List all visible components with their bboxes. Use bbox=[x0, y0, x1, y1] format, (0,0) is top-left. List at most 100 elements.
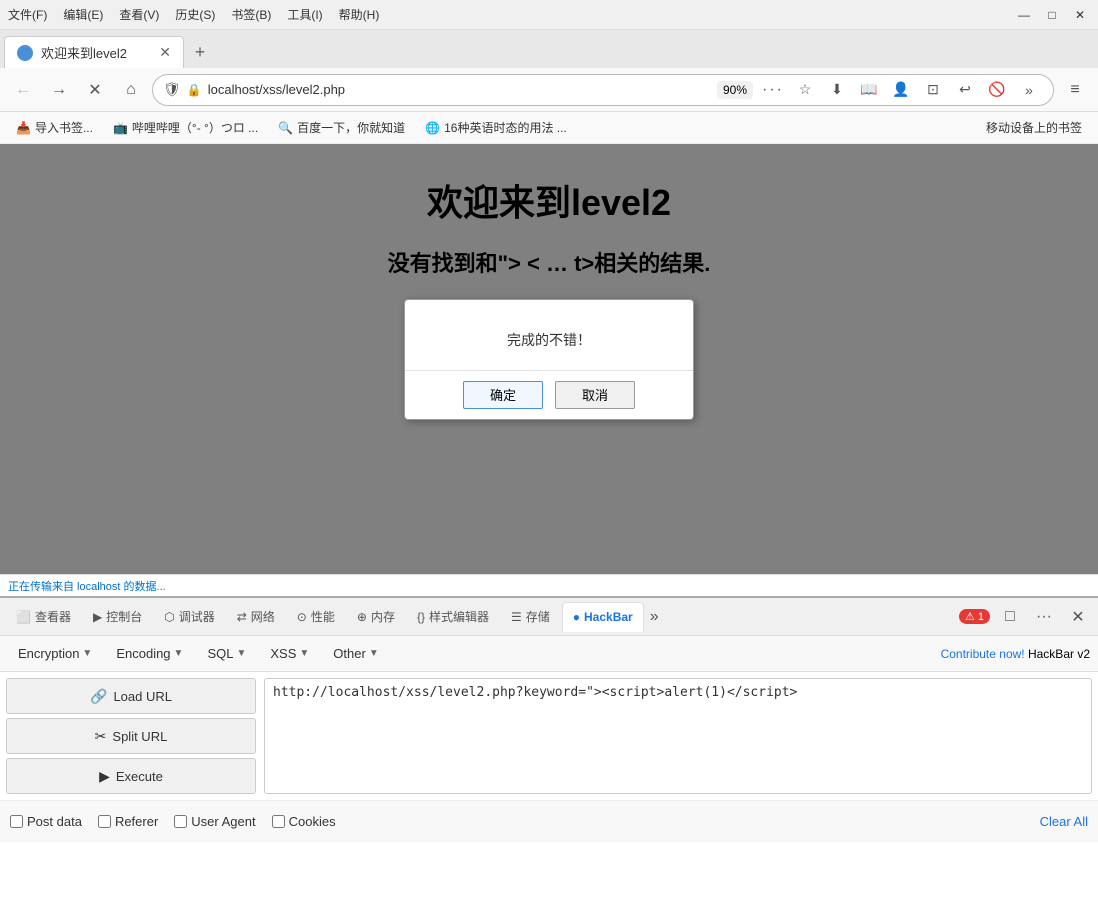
devtools-tab-performance[interactable]: ⊙ 性能 bbox=[287, 602, 345, 632]
titlebar-controls: — □ ✕ bbox=[1014, 5, 1090, 25]
bookmark-star-icon[interactable]: ☆ bbox=[791, 76, 819, 104]
useragent-label: User Agent bbox=[191, 814, 255, 829]
cookies-checkbox[interactable] bbox=[272, 815, 285, 828]
reader-icon[interactable]: 📖 bbox=[855, 76, 883, 104]
execute-button[interactable]: ▶ Execute bbox=[6, 758, 256, 794]
referer-checkbox-group[interactable]: Referer bbox=[98, 814, 158, 829]
devtools-tab-memory[interactable]: ⊕ 内存 bbox=[347, 602, 405, 632]
crop-icon[interactable]: ⊡ bbox=[919, 76, 947, 104]
bookmark-mobile[interactable]: 移动设备上的书签 bbox=[978, 117, 1090, 138]
console-icon: ▶ bbox=[93, 610, 102, 624]
hackbar-sql-menu[interactable]: SQL ▼ bbox=[197, 642, 256, 665]
alert-confirm-button[interactable]: 确定 bbox=[463, 381, 543, 409]
bilibili-icon: 📺 bbox=[113, 121, 128, 135]
useragent-checkbox-group[interactable]: User Agent bbox=[174, 814, 255, 829]
error-icon: ⚠ bbox=[965, 611, 975, 623]
referer-checkbox[interactable] bbox=[98, 815, 111, 828]
bookmark-bilibili[interactable]: 📺 哔哩哔哩（°- °）つロ ... bbox=[105, 117, 266, 138]
minimize-button[interactable]: — bbox=[1014, 5, 1034, 25]
menu-view[interactable]: 查看(V) bbox=[119, 6, 159, 23]
xss-label: XSS bbox=[270, 646, 296, 661]
undo-icon[interactable]: ↩ bbox=[951, 76, 979, 104]
forward-button[interactable]: → bbox=[44, 75, 74, 105]
lock-icon: 🔒 bbox=[187, 83, 202, 97]
styleeditor-label: 样式编辑器 bbox=[429, 608, 489, 625]
alert-dialog: 完成的不错！ 确定 取消 bbox=[404, 299, 694, 420]
devtools-tab-styleeditor[interactable]: {} 样式编辑器 bbox=[407, 602, 499, 632]
styleeditor-icon: {} bbox=[417, 610, 425, 624]
postdata-checkbox[interactable] bbox=[10, 815, 23, 828]
close-window-button[interactable]: ✕ bbox=[1070, 5, 1090, 25]
devtools-tab-debugger[interactable]: ⬡ 调试器 bbox=[154, 602, 225, 632]
cookies-checkbox-group[interactable]: Cookies bbox=[272, 814, 336, 829]
download-icon[interactable]: ⬇ bbox=[823, 76, 851, 104]
split-url-button[interactable]: ✂ Split URL bbox=[6, 718, 256, 754]
devtools-close-button[interactable]: ✕ bbox=[1064, 603, 1092, 631]
bookmark-import[interactable]: 📥 导入书签... bbox=[8, 117, 101, 138]
address-icons: ··· ☆ ⬇ 📖 👤 ⊡ ↩ 🚫 » bbox=[759, 76, 1043, 104]
devtools-dock-button[interactable]: □ bbox=[996, 603, 1024, 631]
back-button[interactable]: ← bbox=[8, 75, 38, 105]
postdata-checkbox-group[interactable]: Post data bbox=[10, 814, 82, 829]
blocked-icon[interactable]: 🚫 bbox=[983, 76, 1011, 104]
reload-button[interactable]: ✕ bbox=[80, 75, 110, 105]
inspector-label: 查看器 bbox=[35, 608, 71, 625]
hackbar-xss-menu[interactable]: XSS ▼ bbox=[260, 642, 319, 665]
hackbar-encryption-menu[interactable]: Encryption ▼ bbox=[8, 642, 102, 665]
hackbar-right-panel bbox=[264, 678, 1092, 794]
home-button[interactable]: ⌂ bbox=[116, 75, 146, 105]
new-tab-button[interactable]: + bbox=[184, 36, 216, 68]
contribute-link[interactable]: Contribute now! bbox=[941, 647, 1025, 661]
error-badge: ⚠ 1 bbox=[959, 609, 990, 624]
tab-close-button[interactable]: ✕ bbox=[159, 44, 171, 61]
address-url[interactable]: localhost/xss/level2.php bbox=[208, 82, 711, 97]
hamburger-menu-button[interactable]: ≡ bbox=[1060, 75, 1090, 105]
inspector-icon: ⬜ bbox=[16, 610, 31, 624]
postdata-label: Post data bbox=[27, 814, 82, 829]
menu-help[interactable]: 帮助(H) bbox=[339, 6, 380, 23]
xss-chevron: ▼ bbox=[299, 648, 309, 659]
load-url-button[interactable]: 🔗 Load URL bbox=[6, 678, 256, 714]
devtools-tab-storage[interactable]: ☰ 存储 bbox=[501, 602, 560, 632]
debugger-icon: ⬡ bbox=[164, 610, 174, 624]
zoom-level[interactable]: 90% bbox=[717, 81, 753, 99]
sync-icon[interactable]: 👤 bbox=[887, 76, 915, 104]
addressbar: ← → ✕ ⌂ 🛡 🔒 localhost/xss/level2.php 90%… bbox=[0, 68, 1098, 112]
devtools-tab-console[interactable]: ▶ 控制台 bbox=[83, 602, 152, 632]
maximize-button[interactable]: □ bbox=[1042, 5, 1062, 25]
devtools-tab-inspector[interactable]: ⬜ 查看器 bbox=[6, 602, 81, 632]
menu-tools[interactable]: 工具(I) bbox=[287, 6, 322, 23]
hackbar-encoding-menu[interactable]: Encoding ▼ bbox=[106, 642, 193, 665]
extend-icon[interactable]: » bbox=[1015, 76, 1043, 104]
devtools-right-controls: ⚠ 1 □ ··· ✕ bbox=[959, 603, 1092, 631]
memory-label: 内存 bbox=[371, 608, 395, 625]
tab-title: 欢迎来到level2 bbox=[41, 43, 151, 62]
bookmark-baidu[interactable]: 🔍 百度一下，你就知道 bbox=[270, 117, 413, 138]
hackbar-url-input[interactable] bbox=[264, 678, 1092, 794]
hackbar-other-menu[interactable]: Other ▼ bbox=[323, 642, 388, 665]
hackbar-dot-icon: ● bbox=[573, 610, 580, 624]
bookmarksbar: 📥 导入书签... 📺 哔哩哔哩（°- °）つロ ... 🔍 百度一下，你就知道… bbox=[0, 112, 1098, 144]
address-box[interactable]: 🛡 🔒 localhost/xss/level2.php 90% ··· ☆ ⬇… bbox=[152, 74, 1054, 106]
devtools-more-button[interactable]: ··· bbox=[1030, 603, 1058, 631]
menu-bookmarks[interactable]: 书签(B) bbox=[231, 6, 271, 23]
import-icon: 📥 bbox=[16, 121, 31, 135]
debugger-label: 调试器 bbox=[179, 608, 215, 625]
alert-cancel-button[interactable]: 取消 bbox=[555, 381, 635, 409]
browser-tab[interactable]: 欢迎来到level2 ✕ bbox=[4, 36, 184, 68]
bookmark-baidu-label: 百度一下，你就知道 bbox=[297, 119, 405, 136]
clear-all-button[interactable]: Clear All bbox=[1040, 814, 1088, 829]
devtools-tabs-more[interactable]: » bbox=[650, 608, 659, 626]
more-options-icon[interactable]: ··· bbox=[759, 76, 787, 104]
devtools-tab-network[interactable]: ⇄ 网络 bbox=[227, 602, 285, 632]
alert-message: 完成的不错！ bbox=[507, 332, 591, 348]
useragent-checkbox[interactable] bbox=[174, 815, 187, 828]
menu-file[interactable]: 文件(F) bbox=[8, 6, 47, 23]
menu-edit[interactable]: 编辑(E) bbox=[63, 6, 103, 23]
execute-icon: ▶ bbox=[99, 768, 110, 785]
devtools-tab-hackbar[interactable]: ● HackBar bbox=[562, 602, 644, 632]
menu-history[interactable]: 历史(S) bbox=[175, 6, 215, 23]
bookmark-english[interactable]: 🌐 16种英语时态的用法 ... bbox=[417, 117, 575, 138]
hackbar-footer: Post data Referer User Agent Cookies Cle… bbox=[0, 800, 1098, 842]
titlebar-menu: 文件(F) 编辑(E) 查看(V) 历史(S) 书签(B) 工具(I) 帮助(H… bbox=[8, 6, 1014, 23]
